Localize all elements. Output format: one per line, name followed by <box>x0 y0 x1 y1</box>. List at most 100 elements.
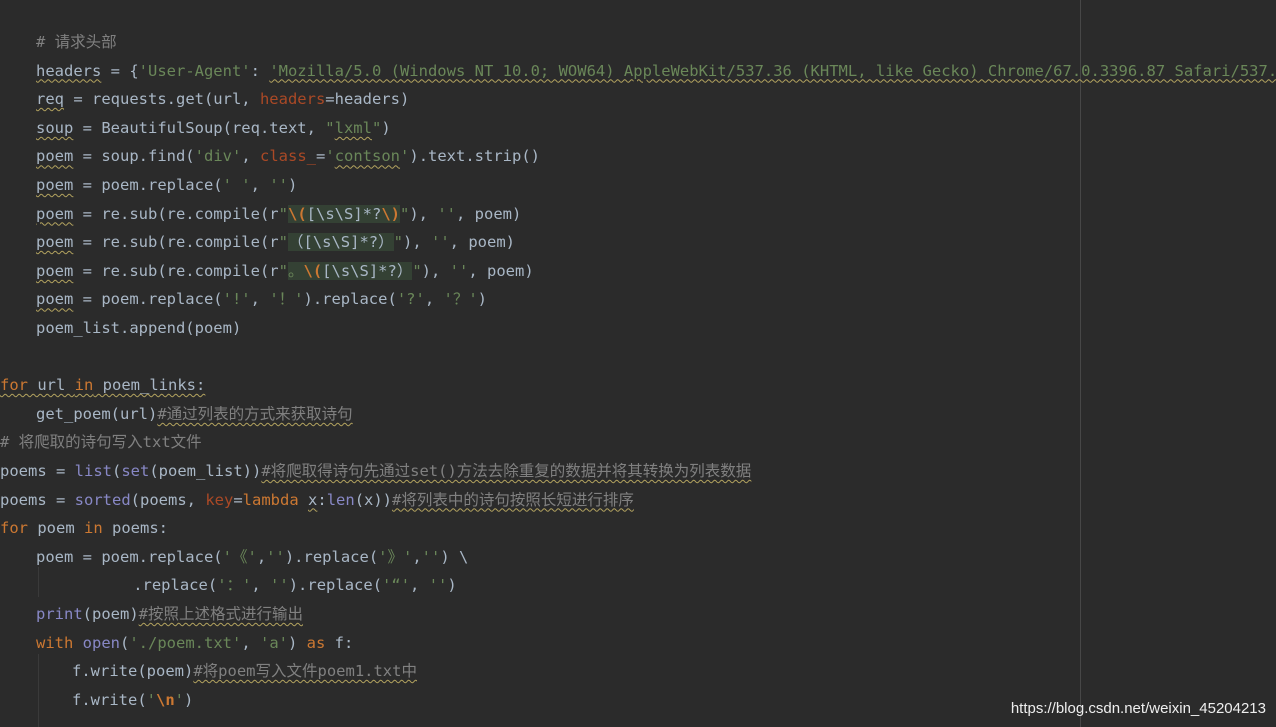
code-line[interactable]: for poem in poems: <box>0 514 168 542</box>
code-token: , <box>241 633 260 652</box>
code-token: ) <box>184 690 194 709</box>
code-line[interactable]: f.write('\n') <box>72 686 193 714</box>
code-line[interactable]: poems = list(set(poem_list))#将爬取得诗句先通过se… <box>0 457 751 485</box>
code-token: ' <box>400 147 410 166</box>
code-token: poems: <box>102 519 168 538</box>
code-token: , <box>241 147 260 166</box>
code-token: f.write( <box>72 690 147 709</box>
code-line[interactable]: req = requests.get(url, headers=headers) <box>36 85 409 113</box>
watermark-url: https://blog.csdn.net/weixin_45204213 <box>1010 700 1266 717</box>
code-token: '' <box>430 233 450 252</box>
code-token: " <box>393 233 403 252</box>
code-token: '?' <box>396 290 425 309</box>
code-token: '' <box>421 547 441 566</box>
code-token: key <box>205 490 234 509</box>
code-line[interactable]: poem_list.append(poem) <box>36 314 241 342</box>
code-line[interactable]: f.write(poem)#将poem写入文件poem1.txt中 <box>72 657 417 685</box>
code-token: (poems, <box>130 490 206 509</box>
code-line[interactable]: poem = poem.replace('!', '！').replace('?… <box>36 285 487 313</box>
code-token: '' <box>428 576 448 595</box>
right-margin-guide <box>1080 0 1081 727</box>
code-line[interactable]: print(poem)#按照上述格式进行输出 <box>36 600 303 628</box>
code-token: ) \ <box>440 547 469 566</box>
code-line[interactable]: .replace('：', '').replace('“', '') <box>133 571 457 599</box>
code-token: poem <box>36 147 74 166</box>
indent-guide <box>38 567 39 597</box>
code-token: headers <box>259 90 326 109</box>
code-token: list <box>74 462 112 480</box>
code-token: (poem) <box>82 605 139 623</box>
code-line[interactable]: poem = re.sub(re.compile(r"\([\s\S]*?\)"… <box>36 200 521 228</box>
code-token: , <box>250 290 270 309</box>
code-line[interactable]: for url in poem_links: <box>0 371 205 399</box>
code-token: soup <box>36 118 74 137</box>
code-token: '《' <box>222 547 257 566</box>
code-token: #通过列表的方式来获取诗句 <box>157 404 353 423</box>
code-token: as <box>306 633 326 652</box>
code-editor[interactable]: # 请求头部 headers = {'User-Agent': 'Mozilla/… <box>0 0 1276 727</box>
code-token: \( <box>287 204 307 223</box>
code-token: , poem) <box>449 233 515 252</box>
code-token: ) <box>477 290 487 309</box>
code-token: ), <box>421 261 450 280</box>
code-token: #将列表中的诗句按照长短进行排序 <box>392 490 634 509</box>
code-token: './poem.txt' <box>129 633 242 652</box>
code-token: len <box>326 490 355 509</box>
code-line[interactable]: poem = re.sub(re.compile(r"。\([\s\S]*?）"… <box>36 257 534 285</box>
code-line[interactable]: # 将爬取的诗句写入txt文件 <box>0 428 202 456</box>
code-line[interactable]: with open('./poem.txt', 'a') as f: <box>36 629 353 657</box>
code-token: =headers) <box>325 90 410 109</box>
code-line[interactable]: poems = sorted(poems, key=lambda x:len(x… <box>0 486 634 514</box>
code-token: \( <box>303 261 323 280</box>
code-token: .replace( <box>133 576 218 595</box>
code-token: '？' <box>443 290 478 309</box>
code-token: sorted <box>74 490 131 509</box>
code-token: '' <box>437 204 456 223</box>
code-token: " <box>278 261 288 280</box>
code-token: , <box>256 547 267 566</box>
code-token: = poem.replace( <box>73 176 223 194</box>
code-line[interactable]: get_poem(url)#通过列表的方式来获取诗句 <box>36 400 353 428</box>
code-token: poem <box>36 233 74 252</box>
code-line[interactable]: poem = soup.find('div', class_='contson'… <box>36 142 540 170</box>
code-token: ( <box>120 633 130 652</box>
code-token: poems = <box>0 490 75 509</box>
code-token: '“' <box>382 576 411 595</box>
code-token: poem = poem.replace( <box>36 547 223 566</box>
code-token: (x)) <box>354 490 393 509</box>
code-line[interactable]: headers = {'User-Agent': 'Mozilla/5.0 (W… <box>36 57 1276 85</box>
code-token: f.write(poem) <box>72 662 194 681</box>
code-token: poems = <box>0 462 75 480</box>
code-line[interactable]: soup = BeautifulSoup(req.text, "lxml") <box>36 114 391 142</box>
code-token: : <box>317 490 327 509</box>
code-token: poem <box>36 176 74 194</box>
code-token: " <box>278 233 288 252</box>
code-token: #按照上述格式进行输出 <box>138 605 304 623</box>
code-token: '!' <box>222 290 251 309</box>
code-token: = { <box>101 61 139 80</box>
code-line[interactable]: poem = re.sub(re.compile(r"（[\s\S]*?）"),… <box>36 228 515 256</box>
code-token: #将poem写入文件poem1.txt中 <box>193 662 417 681</box>
code-token: " <box>325 118 335 137</box>
code-token: ( <box>111 462 122 480</box>
code-token: 'Mozilla/5.0 (Windows NT 10.0; WOW64) Ap… <box>269 61 1276 80</box>
code-token: print <box>36 605 83 623</box>
code-token: lambda <box>242 490 299 509</box>
code-token: f: <box>325 633 354 652</box>
code-token: ) <box>447 576 457 595</box>
code-token: , <box>251 576 271 595</box>
code-token: , <box>424 290 444 309</box>
code-line[interactable]: poem = poem.replace('《','').replace('》',… <box>36 543 468 571</box>
code-token: [\s\S]*? <box>306 204 382 223</box>
code-token: \) <box>381 204 400 223</box>
code-token: ' <box>146 690 156 709</box>
code-token: , poem) <box>456 204 522 223</box>
code-token: ).replace( <box>288 576 383 595</box>
code-token: , poem) <box>468 261 534 280</box>
code-token: " <box>371 118 382 137</box>
code-line[interactable]: # 请求头部 <box>36 28 117 56</box>
code-token: poem <box>36 204 74 223</box>
code-line[interactable]: poem = poem.replace(' ', '') <box>36 171 297 199</box>
